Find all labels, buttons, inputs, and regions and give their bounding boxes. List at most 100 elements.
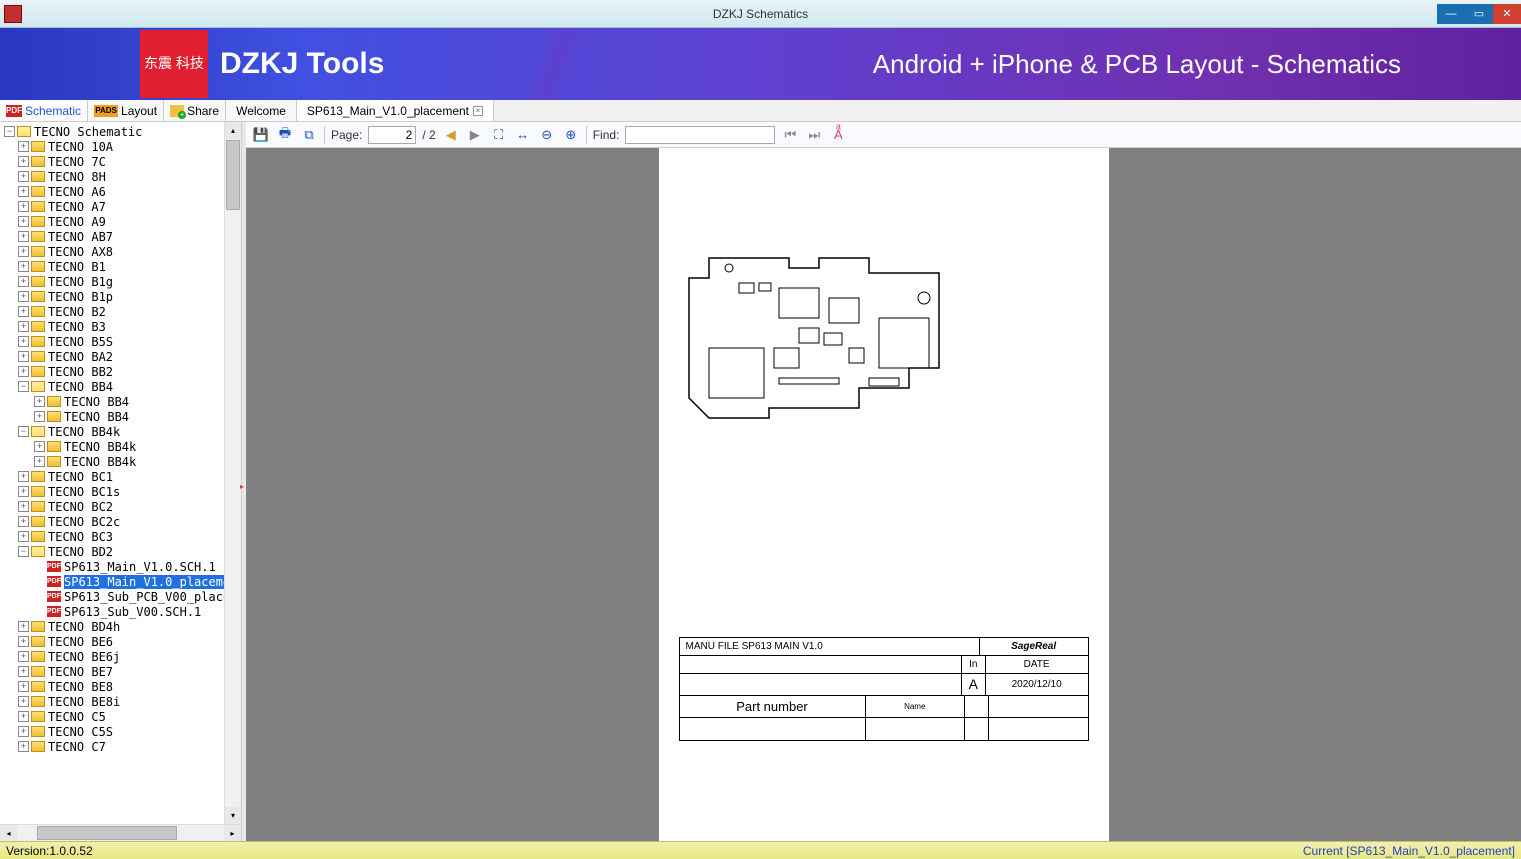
- find-prev-icon[interactable]: ⏮: [781, 126, 799, 144]
- tree-folder[interactable]: +TECNO B1p: [0, 289, 241, 304]
- find-input[interactable]: [625, 126, 775, 144]
- expander-icon[interactable]: +: [18, 156, 29, 167]
- expander-icon[interactable]: +: [18, 486, 29, 497]
- tree-file[interactable]: PDFSP613_Main_V1.0.SCH.1: [0, 559, 241, 574]
- expander-icon[interactable]: +: [18, 621, 29, 632]
- tree-folder[interactable]: +TECNO BB4k: [0, 439, 241, 454]
- hscroll-thumb[interactable]: [37, 826, 177, 840]
- tree-folder[interactable]: +TECNO C5: [0, 709, 241, 724]
- tree-folder[interactable]: +TECNO B5S: [0, 334, 241, 349]
- copy-icon[interactable]: ⧉: [300, 126, 318, 144]
- hscroll-track[interactable]: [17, 825, 224, 841]
- expander-icon[interactable]: +: [18, 711, 29, 722]
- scroll-left-button[interactable]: ◂: [0, 825, 17, 841]
- expander-icon[interactable]: −: [4, 126, 15, 137]
- maximize-button[interactable]: ▭: [1465, 4, 1493, 24]
- tree-folder[interactable]: +TECNO BC2: [0, 499, 241, 514]
- expander-icon[interactable]: +: [18, 501, 29, 512]
- tree-folder[interactable]: +TECNO BE8i: [0, 694, 241, 709]
- scroll-up-button[interactable]: ▴: [225, 122, 241, 139]
- tree-folder[interactable]: +TECNO BC1s: [0, 484, 241, 499]
- close-button[interactable]: ✕: [1493, 4, 1521, 24]
- tree-file[interactable]: PDFSP613_Sub_PCB_V00_placement: [0, 589, 241, 604]
- expander-icon[interactable]: +: [18, 666, 29, 677]
- scroll-right-button[interactable]: ▸: [224, 825, 241, 841]
- expander-icon[interactable]: +: [18, 291, 29, 302]
- expander-icon[interactable]: +: [18, 141, 29, 152]
- tree-folder[interactable]: +TECNO C7: [0, 739, 241, 754]
- doctab-current[interactable]: SP613_Main_V1.0_placement ×: [297, 100, 494, 121]
- fit-width-icon[interactable]: ↔: [514, 126, 532, 144]
- tree-folder[interactable]: +TECNO BE8: [0, 679, 241, 694]
- tree-folder[interactable]: +TECNO A6: [0, 184, 241, 199]
- expander-icon[interactable]: +: [18, 306, 29, 317]
- expander-icon[interactable]: +: [18, 681, 29, 692]
- expander-icon[interactable]: +: [18, 336, 29, 347]
- fit-page-icon[interactable]: ⛶: [490, 126, 508, 144]
- splitter[interactable]: [242, 122, 246, 841]
- tree-folder[interactable]: +TECNO B3: [0, 319, 241, 334]
- expander-icon[interactable]: +: [18, 741, 29, 752]
- tree-folder[interactable]: +TECNO 7C: [0, 154, 241, 169]
- tree-folder[interactable]: +TECNO BE7: [0, 664, 241, 679]
- expander-icon[interactable]: +: [18, 171, 29, 182]
- scroll-down-button[interactable]: ▾: [225, 807, 241, 824]
- tree-file[interactable]: PDFSP613_Main_V1.0_placement: [0, 574, 241, 589]
- print-icon[interactable]: 🖶: [276, 126, 294, 144]
- expander-icon[interactable]: +: [18, 186, 29, 197]
- expander-icon[interactable]: +: [34, 411, 45, 422]
- expander-icon[interactable]: +: [18, 231, 29, 242]
- tree-folder[interactable]: −TECNO BD2: [0, 544, 241, 559]
- tree-folder[interactable]: +TECNO BC3: [0, 529, 241, 544]
- expander-icon[interactable]: +: [18, 276, 29, 287]
- expander-icon[interactable]: +: [18, 516, 29, 527]
- tree-file[interactable]: PDFSP613_Sub_V00.SCH.1: [0, 604, 241, 619]
- tree-folder[interactable]: +TECNO B1: [0, 259, 241, 274]
- expander-icon[interactable]: +: [18, 471, 29, 482]
- tree-folder[interactable]: +TECNO BD4h: [0, 619, 241, 634]
- tree-folder[interactable]: +TECNO BB2: [0, 364, 241, 379]
- tab-schematic[interactable]: PDF Schematic: [0, 100, 88, 121]
- tree-folder[interactable]: +TECNO BC1: [0, 469, 241, 484]
- expander-icon[interactable]: +: [18, 246, 29, 257]
- tree-vscroll[interactable]: ▴ ▾: [224, 122, 241, 824]
- scroll-thumb[interactable]: [226, 140, 240, 210]
- tab-share[interactable]: Share: [164, 100, 226, 121]
- tree-folder[interactable]: −TECNO BB4k: [0, 424, 241, 439]
- tree-folder[interactable]: +TECNO A9: [0, 214, 241, 229]
- expander-icon[interactable]: +: [18, 216, 29, 227]
- tree-folder[interactable]: +TECNO AX8: [0, 244, 241, 259]
- minimize-button[interactable]: —: [1437, 4, 1465, 24]
- expander-icon[interactable]: +: [18, 696, 29, 707]
- next-page-icon[interactable]: ▶: [466, 126, 484, 144]
- expander-icon[interactable]: −: [18, 546, 29, 557]
- expander-icon[interactable]: −: [18, 426, 29, 437]
- tree-folder[interactable]: +TECNO BC2c: [0, 514, 241, 529]
- expander-icon[interactable]: +: [34, 456, 45, 467]
- tree-folder[interactable]: +TECNO BB4: [0, 394, 241, 409]
- zoom-in-icon[interactable]: ⊕: [562, 126, 580, 144]
- expander-icon[interactable]: +: [34, 396, 45, 407]
- expander-icon[interactable]: +: [34, 441, 45, 452]
- tree-folder[interactable]: −TECNO BB4: [0, 379, 241, 394]
- tree-folder[interactable]: +TECNO BE6: [0, 634, 241, 649]
- tree-folder[interactable]: +TECNO 10A: [0, 139, 241, 154]
- expander-icon[interactable]: +: [18, 321, 29, 332]
- tree-folder[interactable]: +TECNO BB4k: [0, 454, 241, 469]
- prev-page-icon[interactable]: ◀: [442, 126, 460, 144]
- expander-icon[interactable]: +: [18, 351, 29, 362]
- expander-icon[interactable]: +: [18, 531, 29, 542]
- tree-folder[interactable]: +TECNO C5S: [0, 724, 241, 739]
- tree-folder[interactable]: +TECNO AB7: [0, 229, 241, 244]
- expander-icon[interactable]: +: [18, 261, 29, 272]
- doctab-welcome[interactable]: Welcome: [226, 100, 297, 121]
- expander-icon[interactable]: +: [18, 201, 29, 212]
- tree-folder[interactable]: +TECNO A7: [0, 199, 241, 214]
- tree-folder[interactable]: +TECNO B1g: [0, 274, 241, 289]
- text-size-icon[interactable]: Aͣ: [829, 126, 847, 144]
- tree-folder[interactable]: +TECNO 8H: [0, 169, 241, 184]
- tree-folder[interactable]: +TECNO BA2: [0, 349, 241, 364]
- expander-icon[interactable]: +: [18, 366, 29, 377]
- expander-icon[interactable]: −: [18, 381, 29, 392]
- zoom-out-icon[interactable]: ⊖: [538, 126, 556, 144]
